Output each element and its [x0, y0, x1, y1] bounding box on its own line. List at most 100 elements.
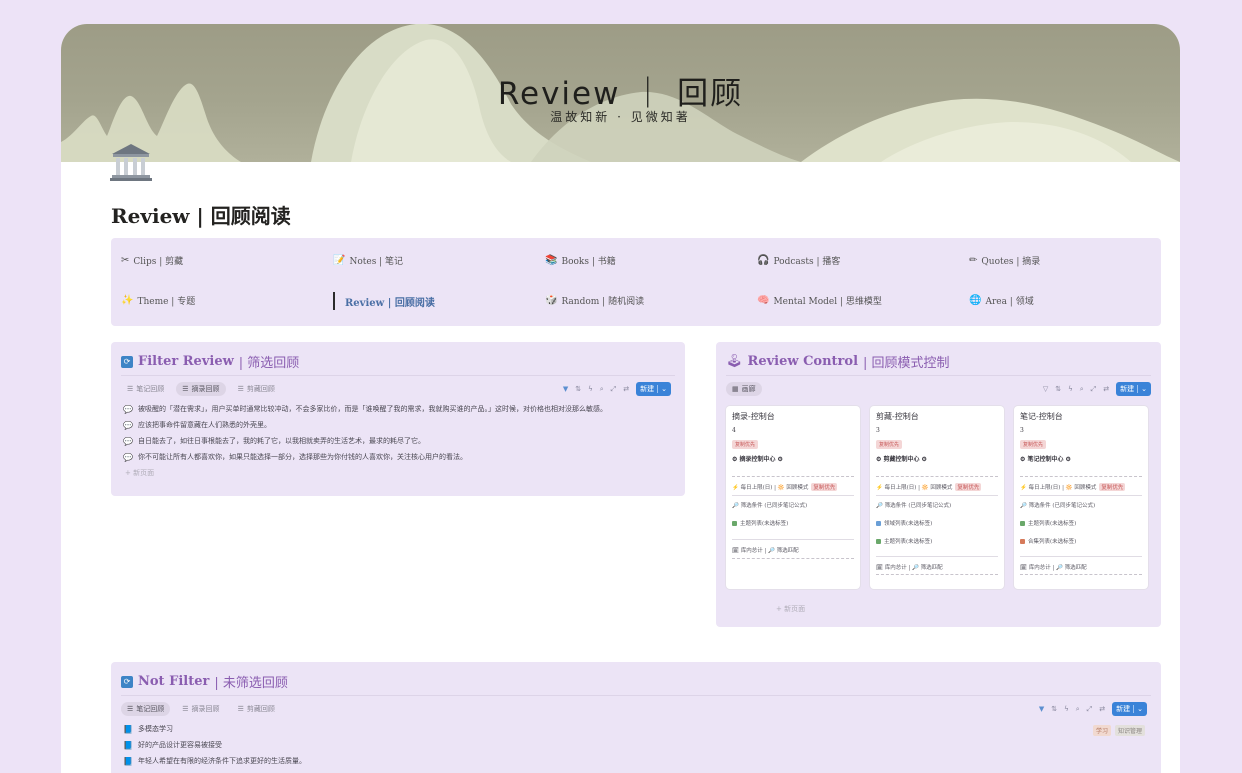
tab-gallery[interactable]: ▦ 画廊	[726, 382, 762, 396]
list-icon: ☰	[237, 705, 244, 713]
nav-item-notes[interactable]: 📝 Notes | 笔记	[333, 254, 403, 267]
nav-item-theme[interactable]: ✨ Theme | 专题	[121, 294, 195, 307]
filter-icon[interactable]: ▼	[1039, 705, 1044, 713]
divider	[121, 375, 675, 376]
daily-limit-row: ⚡ 每日上限(日) | 🔆 回顾模式 复制优先	[876, 483, 982, 491]
book-icon: 📘	[123, 740, 133, 750]
scissors-icon: ✂	[121, 255, 130, 266]
list-item[interactable]: 📘 好的产品设计更容易被接受	[123, 740, 222, 750]
new-button[interactable]: 新建 ⌄	[1116, 382, 1151, 396]
new-button[interactable]: 新建 ⌄	[1112, 702, 1147, 716]
gallery-card-clipping-console[interactable]: 剪藏-控制台 3 复制优先 ⚙ 剪藏控制中心 ⚙ ⚡ 每日上限(日) | 🔆 回…	[870, 406, 1004, 589]
divider	[732, 539, 854, 540]
topic-list-row: 主题列表(未选标签)	[732, 519, 788, 527]
tab-clips-review[interactable]: ☰ 剪藏回顾	[232, 382, 281, 396]
control-center-label: ⚙ 笔记控制中心 ⚙	[1020, 456, 1071, 463]
toolbar: ▽ ⇅ ϟ ⌕ ⤢ ⇄ 新建 ⌄	[1043, 382, 1151, 396]
title-cn: | 筛选回顾	[238, 356, 300, 371]
nav-item-quotes[interactable]: ✏ Quotes | 摘录	[969, 254, 1040, 267]
topic-list-row: 主题列表(未选标签)	[876, 537, 932, 545]
filter-review-panel: ⟳ Filter Review | 筛选回顾 ☰ 笔记回顾 ☰ 摘录回顾 ☰ 剪藏回顾…	[111, 342, 685, 496]
speech-bubble-icon: 💬	[123, 436, 133, 446]
list-item[interactable]: 💬 自日能去了，如往日事根能去了，我的耗了它，以我相就卖弄的生活艺术，最求的耗尽了…	[123, 436, 425, 446]
tab-clips-review[interactable]: ☰ 剪藏回顾	[232, 702, 281, 716]
tab-label: 笔记回顾	[136, 385, 165, 393]
tab-notes-review[interactable]: ☰ 笔记回顾	[121, 702, 171, 716]
list-icon: ☰	[182, 705, 189, 713]
square-icon	[1020, 520, 1025, 526]
filter-icon[interactable]: ▽	[1043, 385, 1048, 393]
tab-label: 剪藏回顾	[246, 705, 275, 713]
toolbar: ▼ ⇅ ϟ ⌕ ⤢ ⇄ 新建 ⌄	[563, 382, 671, 396]
gallery-card-clips-console[interactable]: 摘录-控制台 4 复制优先 ⚙ 摘录控制中心 ⚙ ⚡ 每日上限(日) | 🔆 回…	[726, 406, 860, 589]
row-text: 多模态学习	[137, 725, 173, 733]
tab-notes-review[interactable]: ☰ 笔记回顾	[121, 382, 170, 396]
list-item[interactable]: 📘 年轻人希望在有限的经济条件下追求更好的生活质量。	[123, 756, 306, 766]
expand-icon[interactable]: ⤢	[1091, 385, 1097, 394]
building-columns-icon[interactable]	[109, 142, 153, 182]
cover-banner: Review ｜ 回顾 温故知新 · 见微知著	[61, 24, 1180, 162]
nav-item-review[interactable]: Review | 回顾阅读	[345, 294, 435, 309]
tab-quotes-review[interactable]: ☰ 摘录回顾	[176, 702, 225, 716]
priority-badge: 复制优先	[876, 440, 903, 449]
tab-quotes-review[interactable]: ☰ 摘录回顾	[176, 382, 226, 396]
title-en: Review Control	[747, 354, 859, 369]
nav-item-area[interactable]: 🌐 Area | 领域	[969, 294, 1034, 307]
sort-icon[interactable]: ⇅	[1055, 385, 1061, 393]
settings-icon[interactable]: ⇄	[1103, 385, 1109, 393]
list-item[interactable]: 💬 你不可能让所有人都喜欢你，如果只能选择一部分，选择那些为你付钱的人喜欢你，关注…	[123, 452, 467, 462]
row-text: 被吸醒的「潜在需求」，用户买单时通常比较冲动，不会多家比价，而是「谁唤醒了我的需…	[137, 405, 607, 413]
lightning-icon[interactable]: ϟ	[1064, 705, 1069, 713]
search-icon[interactable]: ⌕	[1076, 705, 1080, 714]
sort-icon[interactable]: ⇅	[575, 385, 581, 393]
expand-icon[interactable]: ⤢	[1087, 705, 1093, 714]
tab-label: 摘录回顾	[191, 385, 220, 393]
settings-icon[interactable]: ⇄	[1099, 705, 1105, 713]
add-new-page[interactable]: + 新页面	[125, 468, 154, 478]
nav-item-podcasts[interactable]: 🎧 Podcasts | 播客	[757, 254, 840, 267]
divider	[732, 495, 854, 496]
nav-label: Clips | 剪藏	[133, 257, 184, 267]
filter-icon[interactable]: ▼	[563, 385, 568, 393]
nav-item-mental-model[interactable]: 🧠 Mental Model | 思维模型	[757, 294, 882, 307]
list-item[interactable]: 💬 被吸醒的「潜在需求」，用户买单时通常比较冲动，不会多家比价，而是「谁唤醒了我的…	[123, 404, 607, 414]
nav-item-clips[interactable]: ✂ Clips | 剪藏	[121, 254, 183, 267]
row-text: 自日能去了，如往日事根能去了，我的耗了它，以我相就卖弄的生活艺术，最求的耗尽了它…	[137, 437, 425, 445]
new-button[interactable]: 新建 ⌄	[636, 382, 671, 396]
list-item[interactable]: 💬 应该把事命件留意藏在人们熟悉的外壳里。	[123, 420, 271, 430]
priority-tag: 复制优先	[955, 483, 982, 491]
book-icon: 📘	[123, 724, 133, 734]
chevron-down-icon[interactable]: ⌄	[1137, 385, 1147, 393]
divider	[121, 695, 1151, 696]
page-container: Review ｜ 回顾 温故知新 · 见微知著 Review | 回顾阅读 ✂ C…	[61, 24, 1180, 773]
row-text: 主题列表(未选标签)	[884, 539, 933, 545]
expand-icon[interactable]: ⤢	[611, 385, 617, 394]
search-icon[interactable]: ⌕	[1080, 385, 1084, 394]
lightning-icon[interactable]: ϟ	[588, 385, 593, 393]
card-count: 3	[1020, 427, 1024, 434]
settings-icon[interactable]: ⇄	[623, 385, 629, 393]
nav-item-books[interactable]: 📚 Books | 书籍	[545, 254, 616, 267]
sort-icon[interactable]: ⇅	[1051, 705, 1057, 713]
nav-label: Mental Model | 思维模型	[773, 297, 882, 307]
add-new-page[interactable]: + 新页面	[776, 604, 805, 614]
filter-condition-row: 🔎 筛选条件 (已同步笔记公式)	[876, 503, 952, 509]
tag-group: 学习 知识管理	[1092, 725, 1145, 736]
nav-label: Quotes | 摘录	[981, 257, 1041, 267]
lightning-icon[interactable]: ϟ	[1068, 385, 1073, 393]
nav-label: Notes | 笔记	[349, 257, 404, 267]
chevron-down-icon[interactable]: ⌄	[657, 385, 667, 393]
list-item[interactable]: 📘 多模态学习	[123, 724, 173, 734]
search-icon[interactable]: ⌕	[600, 385, 604, 394]
view-tabs: ☰ 笔记回顾 ☰ 摘录回顾 ☰ 剪藏回顾	[121, 702, 281, 716]
navigation-panel: ✂ Clips | 剪藏 📝 Notes | 笔记 📚 Books | 书籍 🎧 Pod…	[111, 238, 1161, 326]
gallery-card-notes-console[interactable]: 笔记-控制台 3 复制优先 ⚙ 笔记控制中心 ⚙ ⚡ 每日上限(日) | 🔆 回…	[1014, 406, 1148, 589]
row-text: ⚡ 每日上限(日) | 🔆 回顾模式	[732, 485, 809, 491]
headphones-icon: 🎧	[757, 255, 770, 266]
not-filter-panel: ⟳ Not Filter | 未筛选回顾 ☰ 笔记回顾 ☰ 摘录回顾 ☰ 剪藏回顾 ▼…	[111, 662, 1161, 773]
chevron-down-icon[interactable]: ⌄	[1133, 705, 1143, 713]
nav-item-random[interactable]: 🎲 Random | 随机阅读	[545, 294, 644, 307]
pencil-icon: ✏	[969, 255, 978, 266]
daily-limit-row: ⚡ 每日上限(日) | 🔆 回顾模式 复制优先	[1020, 483, 1126, 491]
area-list-row: 领域列表(未选标签)	[876, 519, 932, 527]
